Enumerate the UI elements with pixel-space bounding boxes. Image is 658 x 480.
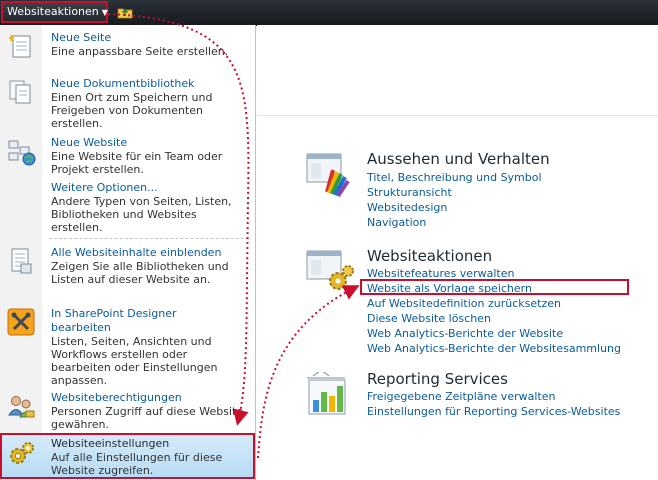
link-delete-this-site[interactable]: Diese Website löschen — [367, 312, 491, 325]
highlight-box-save-as-template — [360, 279, 629, 295]
section-heading: Websiteaktionen — [367, 247, 493, 265]
site-content-icon — [11, 248, 32, 274]
reporting-services-icon — [307, 372, 346, 415]
menu-item-title: Websiteberechtigungen — [51, 391, 182, 404]
menu-item-description: Eine Website für ein Team oder Projekt e… — [51, 150, 223, 176]
menu-item-description: Auf alle Einstellungen für diese Website… — [51, 451, 223, 477]
link-reset-to-site-definition[interactable]: Auf Websitedefinition zurücksetzen — [367, 297, 561, 310]
site-actions-label: Websiteaktionen — [7, 5, 99, 18]
site-settings-gear-icon — [10, 442, 34, 464]
link-site-theme[interactable]: Websitedesign — [367, 201, 447, 214]
look-and-feel-icon — [306, 153, 350, 198]
menu-item-description: Eine anpassbare Seite erstellen. — [51, 45, 229, 58]
ribbon-bar: Websiteaktionen ▼ — [0, 0, 658, 26]
menu-item-site-settings[interactable]: Websiteeinstellungen Auf alle Einstellun… — [0, 433, 255, 479]
folder-up-icon[interactable] — [117, 5, 133, 19]
menu-item-title: Neue Dokumentbibliothek — [51, 77, 195, 90]
site-actions-menu-button[interactable]: Websiteaktionen ▼ — [1, 1, 108, 23]
menu-item-edit-in-sharepoint-designer[interactable]: In SharePoint Designer bearbeiten Listen… — [0, 303, 255, 387]
link-navigation[interactable]: Navigation — [367, 216, 426, 229]
menu-item-title: Alle Websiteinhalte einblenden — [51, 246, 222, 259]
permissions-icon — [8, 396, 35, 418]
section-heading: Reporting Services — [367, 370, 508, 388]
link-reporting-services-site-settings[interactable]: Einstellungen für Reporting Services-Web… — [367, 405, 620, 418]
menu-item-title: Weitere Optionen... — [51, 181, 158, 194]
menu-item-view-all-site-content[interactable]: Alle Websiteinhalte einblenden Zeigen Si… — [0, 242, 255, 300]
site-actions-icon — [306, 250, 354, 290]
menu-item-description: Andere Typen von Seiten, Listen, Bibliot… — [51, 195, 232, 234]
menu-item-description: Personen Zugriff auf diese Website gewäh… — [51, 405, 244, 431]
document-library-icon — [9, 80, 31, 104]
menu-item-new-site[interactable]: Neue Website Eine Website für ein Team o… — [0, 132, 255, 178]
menu-item-new-document-library[interactable]: Neue Dokumentbibliothek Einen Ort zum Sp… — [0, 73, 255, 133]
link-manage-shared-schedules[interactable]: Freigegebene Zeitpläne verwalten — [367, 390, 555, 403]
link-tree-view[interactable]: Strukturansicht — [367, 186, 452, 199]
menu-item-description: Zeigen Sie alle Bibliotheken und Listen … — [51, 260, 229, 286]
header-band — [257, 25, 658, 116]
menu-item-new-page[interactable]: Neue Seite Eine anpassbare Seite erstell… — [0, 27, 255, 75]
menu-item-site-permissions[interactable]: Websiteberechtigungen Personen Zugriff a… — [0, 387, 255, 435]
new-page-icon — [9, 34, 31, 58]
link-title-description-icon[interactable]: Titel, Beschreibung und Symbol — [367, 171, 542, 184]
menu-item-title: Websiteeinstellungen — [51, 437, 170, 450]
menu-item-title: Neue Website — [51, 136, 128, 149]
designer-tools-icon — [7, 308, 35, 336]
menu-item-title: Neue Seite — [51, 31, 112, 44]
menu-item-description: Einen Ort zum Speichern und Freigeben vo… — [51, 91, 213, 130]
menu-item-more-options[interactable]: Weitere Optionen... Andere Typen von Sei… — [0, 177, 255, 237]
chevron-down-icon: ▼ — [101, 8, 108, 17]
site-actions-dropdown: Neue Seite Eine anpassbare Seite erstell… — [0, 25, 256, 480]
menu-item-description: Listen, Seiten, Ansichten und Workflows … — [51, 335, 218, 387]
menu-separator — [49, 238, 249, 239]
link-web-analytics-site[interactable]: Web Analytics-Berichte der Website — [367, 327, 563, 340]
link-web-analytics-site-collection[interactable]: Web Analytics-Berichte der Websitesammlu… — [367, 342, 621, 355]
menu-item-title: In SharePoint Designer bearbeiten — [51, 307, 177, 334]
new-site-icon — [8, 140, 36, 166]
section-heading: Aussehen und Verhalten — [367, 150, 550, 168]
site-settings-pane: Aussehen und Verhalten Titel, Beschreibu… — [257, 25, 658, 480]
